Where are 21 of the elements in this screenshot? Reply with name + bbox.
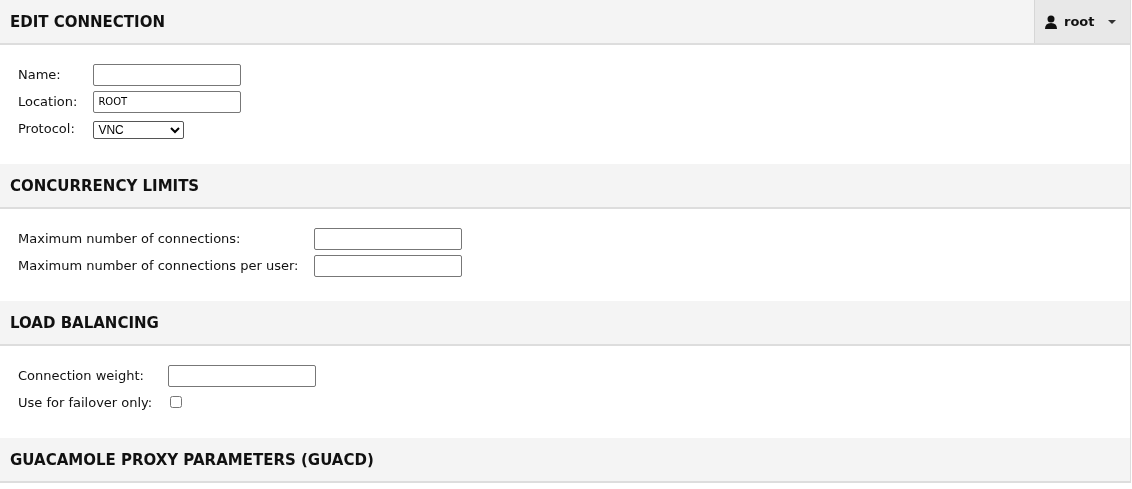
section-title: GUACAMOLE PROXY PARAMETERS (GUACD): [10, 450, 374, 469]
user-icon: [1045, 14, 1057, 29]
caret-icon: [1107, 19, 1116, 24]
field-label: Maximum number of connections:: [18, 225, 315, 252]
text-field[interactable]: [314, 254, 463, 277]
checkbox[interactable]: [170, 396, 183, 408]
field-label: Name:: [18, 61, 94, 88]
text-field[interactable]: ROOT: [93, 90, 242, 113]
section-title: CONCURRENCY LIMITS: [10, 176, 200, 195]
protocol-select[interactable]: VNC: [93, 120, 185, 139]
field-label: Connection weight:: [18, 362, 169, 389]
field-label: Protocol:: [18, 115, 94, 142]
field-label: Use for failover only:: [18, 394, 154, 412]
field-label: Maximum number of connections per user:: [18, 252, 315, 279]
text-field[interactable]: [93, 63, 242, 86]
text-field[interactable]: [314, 227, 463, 250]
user-menu-button[interactable]: root: [1034, 0, 1130, 43]
field-label: Location:: [18, 88, 94, 115]
section-title: LOAD BALANCING: [10, 313, 159, 332]
section-title: EDIT CONNECTION: [10, 12, 165, 31]
text-field[interactable]: [168, 364, 317, 387]
